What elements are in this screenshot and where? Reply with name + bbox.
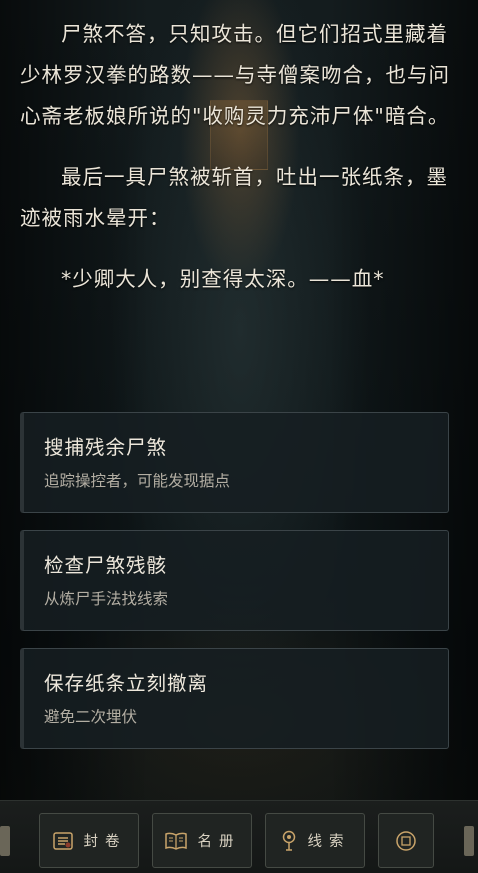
choice-title: 检查尸煞残骸 (44, 554, 168, 577)
seal-menu-icon (395, 830, 417, 852)
roster-button[interactable]: 名册 (152, 813, 252, 868)
choice-description: 追踪操控者，可能发现据点 (44, 472, 231, 490)
left-drawer-handle[interactable] (0, 826, 10, 856)
choice-title: 搜捕残余尸煞 (44, 436, 168, 459)
choice-description: 避免二次埋伏 (44, 708, 138, 726)
scroll-seal-icon (52, 830, 74, 852)
choice-search-remaining[interactable]: 搜捕残余尸煞 追踪操控者，可能发现据点 (20, 412, 449, 513)
roster-label: 名册 (197, 834, 241, 850)
clues-label: 线索 (307, 834, 351, 850)
story-text: 尸煞不答，只知攻击。但它们招式里藏着少林罗汉拳的路数——与寺僧案吻合，也与问心斋… (20, 14, 460, 320)
choice-description: 从炼尸手法找线索 (44, 590, 169, 608)
book-icon (164, 830, 188, 852)
choice-keep-note-retreat[interactable]: 保存纸条立刻撤离 避免二次埋伏 (20, 648, 449, 749)
choice-inspect-remains[interactable]: 检查尸煞残骸 从炼尸手法找线索 (20, 530, 449, 631)
right-drawer-handle[interactable] (464, 826, 474, 856)
lamp-clue-icon (280, 829, 298, 853)
clues-button[interactable]: 线索 (265, 813, 365, 868)
archive-button[interactable]: 封卷 (39, 813, 139, 868)
archive-label: 封卷 (83, 834, 127, 850)
story-paragraph: 最后一具尸煞被斩首，吐出一张纸条，墨迹被雨水晕开： (20, 165, 448, 230)
story-paragraph: 尸煞不答，只知攻击。但它们招式里藏着少林罗汉拳的路数——与寺僧案吻合，也与问心斋… (20, 22, 450, 128)
note-text: *少卿大人，别查得太深。——血* (61, 267, 385, 291)
choice-list: 搜捕残余尸煞 追踪操控者，可能发现据点 检查尸煞残骸 从炼尸手法找线索 保存纸条… (20, 412, 449, 766)
choice-title: 保存纸条立刻撤离 (44, 672, 209, 695)
menu-button[interactable] (378, 813, 434, 868)
